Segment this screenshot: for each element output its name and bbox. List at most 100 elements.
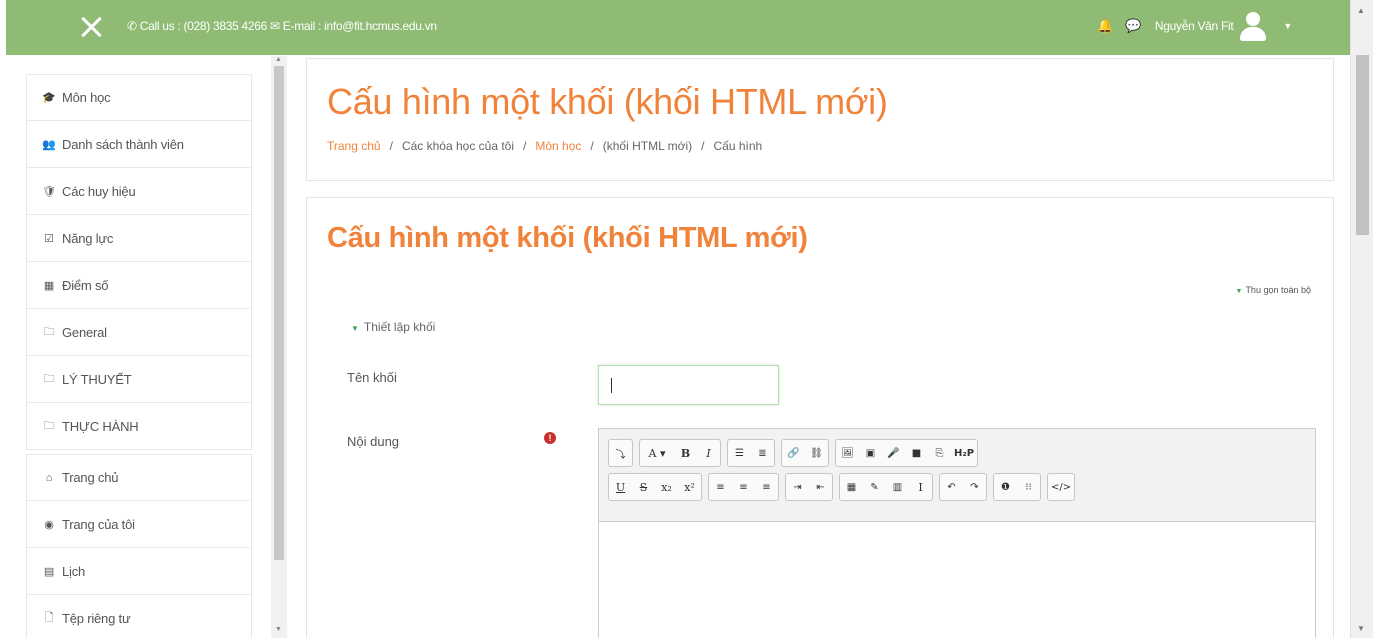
chevron-down-icon[interactable]: ▼ [1283,21,1292,31]
sidebar-scroll-thumb[interactable] [274,66,284,560]
redo-icon[interactable]: ↷ [963,474,986,500]
sidebar-item-thuc-hanh[interactable]: 🗀 THỰC HÀNH [26,403,252,450]
breadcrumb-course[interactable]: Môn học [535,139,581,153]
editor-toolbar: ⤵ A ▾ B I ☰ ≣ 🔗 ⛓ 🖼 ▣ 🎤 ■ ⎘ H₂P U S x₂ x… [599,429,1315,522]
top-navbar: ✆ Call us : (028) 3835 4266 ✉ E-mail : i… [6,0,1350,55]
file-icon: 🗋 [44,611,54,624]
shield-icon: 🛡 [42,185,56,198]
email-text[interactable]: E-mail : info@fit.hcmus.edu.vn [283,19,437,33]
btn-group: ▦ ✎ ▥ Ⅰ [839,473,933,501]
bell-icon[interactable]: 🔔 [1097,18,1113,34]
breadcrumb-separator: / [701,139,705,153]
sidebar-item-badges[interactable]: 🛡 Các huy hiệu [26,168,252,215]
clear-formatting-icon[interactable]: Ⅰ [909,474,932,500]
strikethrough-icon[interactable]: S [632,474,655,500]
scroll-down-arrow-icon[interactable]: ▼ [275,626,282,633]
dashboard-icon: ◉ [44,518,54,531]
chat-icon[interactable]: 💬 [1125,18,1141,34]
collapse-all-link[interactable]: ▼ Thu gọn toàn bộ [1236,285,1312,295]
sidebar-item-participants[interactable]: 👥 Danh sách thành viên [26,121,252,168]
avatar-head [1246,12,1261,26]
accessibility-checker-icon[interactable]: ❶ [994,474,1017,500]
table-icon[interactable]: ▥ [886,474,909,500]
microphone-icon[interactable]: 🎤 [882,440,905,466]
sidebar-item-general[interactable]: 🗀 General [26,309,252,356]
avatar[interactable] [1237,10,1269,42]
html-source-icon[interactable]: </> [1048,474,1074,500]
checkbox-icon: ☑ [44,232,54,245]
image-icon[interactable]: 🖼 [836,440,859,466]
sidebar-item-home[interactable]: ⌂ Trang chủ [26,454,252,501]
btn-group: ⇥ ⇤ [785,473,833,501]
sidebar-nav: 🎓 Môn học 👥 Danh sách thành viên 🛡 Các h… [26,74,252,638]
btn-group: U S x₂ x² [608,473,702,501]
sidebar-item-label: Năng lực [62,230,114,246]
collapse-toolbar-icon[interactable]: ⤵ [609,440,632,466]
sidebar-item-label: THỰC HÀNH [62,418,139,434]
link-icon[interactable]: 🔗 [782,440,805,466]
toolbar-row-2: U S x₂ x² ≡ ≡ ≡ ⇥ ⇤ ▦ ✎ ▥ Ⅰ ↶ ↷ ❶ ⁝⁝ </> [608,473,1315,503]
breadcrumb-separator: / [389,139,393,153]
align-left-icon[interactable]: ≡ [709,474,732,500]
sidebar-item-label: LÝ THUYẾT [62,371,132,387]
manage-files-icon[interactable]: ⎘ [928,440,951,466]
ordered-list-icon[interactable]: ≣ [751,440,774,466]
envelope-icon: ✉ [270,19,280,33]
triangle-down-icon: ▼ [1235,288,1243,295]
home-icon: ⌂ [45,471,53,484]
phone-icon: ✆ [127,19,137,33]
align-right-icon[interactable]: ≡ [755,474,778,500]
sidebar-item-label: Danh sách thành viên [62,136,184,152]
user-name[interactable]: Nguyễn Văn Fit [1155,19,1234,33]
equation-icon[interactable]: ▦ [840,474,863,500]
indent-icon[interactable]: ⇥ [786,474,809,500]
screenreader-helper-icon[interactable]: ⁝⁝ [1017,474,1040,500]
btn-group: ❶ ⁝⁝ [993,473,1041,501]
scroll-up-arrow-icon[interactable]: ▲ [1357,6,1365,15]
sidebar-scrollbar[interactable]: ▲ ▼ [271,56,287,638]
breadcrumb-home[interactable]: Trang chủ [327,139,381,153]
block-name-label: Tên khối [347,370,397,385]
scroll-down-arrow-icon[interactable]: ▼ [1357,624,1365,633]
block-name-input[interactable] [598,365,779,405]
underline-icon[interactable]: U [609,474,632,500]
sidebar-item-label: Trang chủ [62,470,119,485]
unordered-list-icon[interactable]: ☰ [728,440,751,466]
superscript-icon[interactable]: x² [678,474,701,500]
breadcrumb-my-courses: Các khóa học của tôi [401,139,515,153]
align-center-icon[interactable]: ≡ [732,474,755,500]
triangle-down-icon: ▼ [351,324,359,333]
paragraph-style-icon[interactable]: A ▾ [640,440,674,466]
outdent-icon[interactable]: ⇤ [809,474,832,500]
unlink-icon[interactable]: ⛓ [805,440,828,466]
sidebar-item-label: Trang của tôi [62,516,135,532]
video-icon[interactable]: ■ [905,440,928,466]
block-config-form: Cấu hình một khối (khối HTML mới) ▼ Thu g… [306,197,1334,638]
h5p-icon[interactable]: H₂P [951,440,977,466]
special-character-icon[interactable]: ✎ [863,474,886,500]
subscript-icon[interactable]: x₂ [655,474,678,500]
sidebar-item-dashboard[interactable]: ◉ Trang của tôi [26,501,252,548]
scroll-up-arrow-icon[interactable]: ▲ [275,56,282,63]
table-icon: ▦ [43,279,55,292]
sidebar-item-ly-thuyet[interactable]: 🗀 LÝ THUYẾT [26,356,252,403]
sidebar-item-private-files[interactable]: 🗋 Tệp riêng tư [26,595,252,638]
page-scrollbar[interactable]: ▲ ▼ [1350,0,1373,638]
page-title: Cấu hình một khối (khối HTML mới) [327,81,888,122]
page-scroll-thumb[interactable] [1356,55,1369,235]
sidebar-item-grades[interactable]: ▦ Điểm số [26,262,252,309]
italic-icon[interactable]: I [697,440,720,466]
undo-icon[interactable]: ↶ [940,474,963,500]
bold-icon[interactable]: B [674,440,697,466]
sidebar-item-calendar[interactable]: ▤ Lịch [26,548,252,595]
sidebar-item-competencies[interactable]: ☑ Năng lực [26,215,252,262]
avatar-body [1240,27,1267,41]
section-toggle-block-settings[interactable]: ▼ Thiết lập khối [351,320,435,334]
sidebar-item-mon-hoc[interactable]: 🎓 Môn học [26,74,252,121]
close-icon[interactable] [76,12,106,42]
graduation-cap-icon: 🎓 [42,92,56,104]
btn-group: 🔗 ⛓ [781,439,829,467]
media-icon[interactable]: ▣ [859,440,882,466]
folder-icon: 🗀 [43,325,55,338]
editor-content-area[interactable] [599,522,1315,638]
